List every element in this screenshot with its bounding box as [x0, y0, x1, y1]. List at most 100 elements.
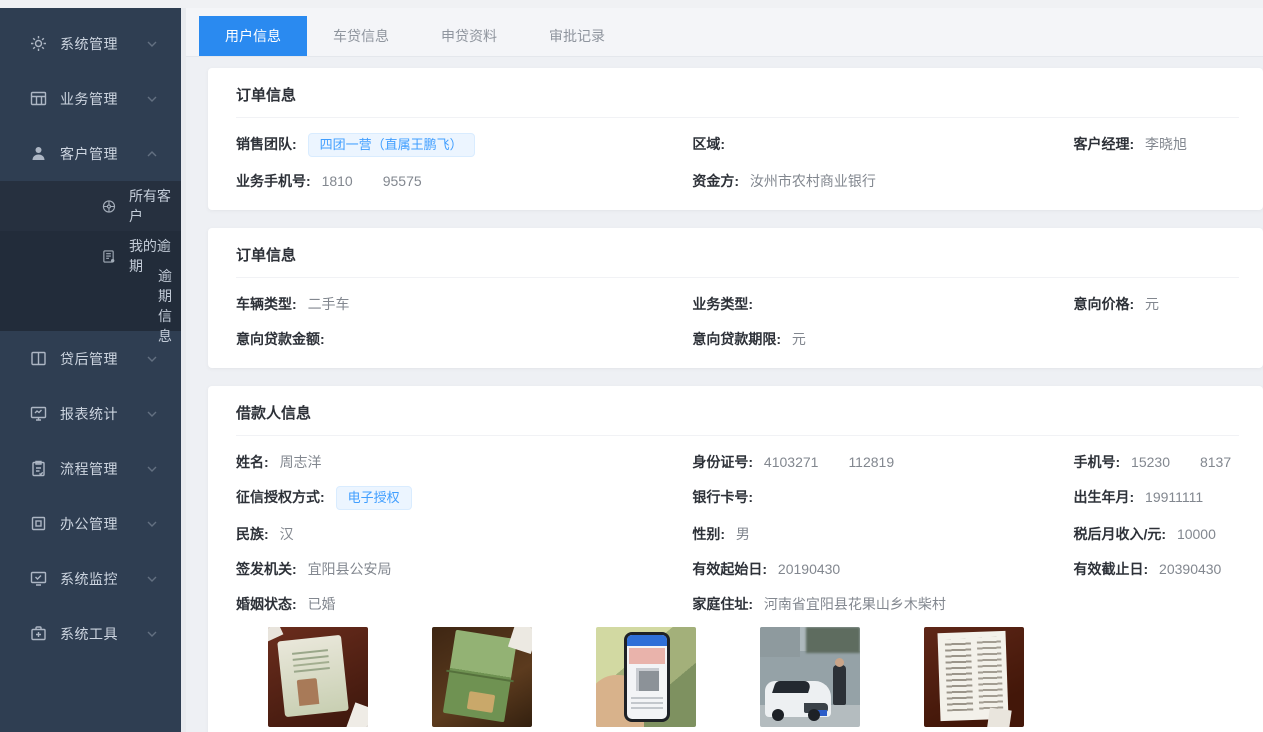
auth-screenshot-thumbnail[interactable] — [596, 627, 696, 727]
field-intended-price: 意向价格: 元 — [1073, 293, 1239, 315]
field-label: 业务类型: — [692, 296, 753, 312]
sidebar-item-all-customers[interactable]: 所有客户 — [0, 181, 181, 231]
notebook-icon — [102, 249, 116, 264]
sidebar-item-system-tools[interactable]: 系统工具 — [0, 606, 181, 661]
tab-approval-records[interactable]: 审批记录 — [523, 16, 631, 56]
field-valid-to: 有效截止日: 20390430 — [1073, 558, 1239, 580]
field-value: 元 — [792, 331, 806, 347]
order-info-card: 订单信息 销售团队: 四团一营（直属王鹏飞） 区域: 客户经理: 李晓旭 — [208, 68, 1263, 210]
chevron-down-icon — [147, 411, 157, 417]
sidebar-item-my-overdue[interactable]: 我的逾期 — [0, 231, 181, 281]
field-value: 宜阳县公安局 — [308, 561, 392, 577]
page: 系统管理 业务管理 客户管理 所有客户 我的逾期 — [0, 0, 1263, 732]
sidebar-item-system-monitor[interactable]: 系统监控 — [0, 551, 181, 606]
sidebar-item-label: 贷后管理 — [60, 349, 147, 369]
sidebar-item-process-management[interactable]: 流程管理 — [0, 441, 181, 496]
photo-license-booklet[interactable]: 驾驶证原件 — [432, 627, 532, 732]
gear-icon — [30, 35, 47, 52]
field-label: 签发机关: — [236, 561, 297, 577]
sidebar-item-customer-management[interactable]: 客户管理 — [0, 126, 181, 181]
field-label: 有效截止日: — [1073, 561, 1148, 577]
field-label: 业务手机号: — [236, 173, 311, 189]
field-name: 姓名: 周志洋 — [236, 451, 692, 473]
field-label: 性别: — [692, 526, 725, 542]
sidebar-item-postloan-management[interactable]: 贷后管理 — [0, 331, 181, 386]
field-sales-team: 销售团队: 四团一营（直属王鹏飞） — [236, 133, 692, 157]
chevron-down-icon — [147, 466, 157, 472]
handwritten-doc-thumbnail[interactable] — [924, 627, 1024, 727]
field-label: 婚姻状态: — [236, 596, 297, 612]
field-label: 银行卡号: — [692, 489, 753, 505]
wheel-icon — [102, 199, 116, 214]
chevron-down-icon — [147, 96, 157, 102]
book-icon — [30, 350, 47, 367]
redaction-box — [1170, 455, 1200, 468]
user-icon — [30, 145, 47, 162]
field-label: 有效起始日: — [692, 561, 767, 577]
field-label: 出生年月: — [1073, 489, 1134, 505]
field-label: 征信授权方式: — [236, 489, 325, 505]
sidebar-item-business-management[interactable]: 业务管理 — [0, 71, 181, 126]
field-value: 周志洋 — [280, 454, 322, 470]
sidebar-item-label: 系统监控 — [60, 569, 147, 589]
field-marital-status: 婚姻状态: 已婚 — [236, 593, 692, 615]
field-label: 姓名: — [236, 454, 269, 470]
field-account-manager: 客户经理: 李晓旭 — [1073, 133, 1239, 157]
field-label: 资金方: — [692, 173, 739, 189]
sidebar-item-label: 逾期信息 — [158, 266, 181, 346]
field-business-phone: 业务手机号: 181095575 — [236, 170, 692, 192]
field-vehicle-type: 车辆类型: 二手车 — [236, 293, 692, 315]
field-income: 税后月收入/元: 10000 — [1073, 523, 1239, 545]
borrower-info-card: 借款人信息 姓名: 周志洋 身份证号: 4103271112819 手机号: 1 — [208, 386, 1263, 732]
tab-loan-application-materials[interactable]: 申贷资料 — [415, 16, 523, 56]
photo-gallery: 身份证 驾驶证原件 — [236, 627, 1239, 732]
sidebar-item-label: 系统管理 — [60, 34, 147, 54]
sidebar-item-label: 流程管理 — [60, 459, 147, 479]
field-value: 已婚 — [308, 596, 336, 612]
field-label: 税后月收入/元: — [1073, 526, 1166, 542]
field-value: 4103271112819 — [764, 454, 894, 470]
field-value: 河南省宜阳县花果山乡木柴村 — [764, 596, 946, 612]
sidebar-item-report-statistics[interactable]: 报表统计 — [0, 386, 181, 441]
sidebar-item-system-management[interactable]: 系统管理 — [0, 16, 181, 71]
field-value: 152308137 — [1131, 454, 1231, 470]
field-value: 181095575 — [322, 173, 422, 189]
field-label: 手机号: — [1073, 454, 1120, 470]
top-strip — [0, 0, 1263, 8]
photo-auth-screenshot[interactable]: 授权证明 — [596, 627, 696, 732]
redaction-box — [353, 174, 383, 187]
field-label: 意向贷款期限: — [692, 331, 781, 347]
field-funder: 资金方: 汝州市农村商业银行 — [692, 170, 1073, 192]
loan-intent-card: 订单信息 车辆类型: 二手车 业务类型: 意向价格: 元 — [208, 228, 1263, 368]
field-label: 意向价格: — [1073, 296, 1134, 312]
sidebar-item-office-management[interactable]: 办公管理 — [0, 496, 181, 551]
photo-handwritten-doc[interactable]: 其他材料 — [924, 627, 1024, 732]
chevron-up-icon — [147, 151, 157, 157]
chevron-down-icon — [147, 41, 157, 47]
field-value: 李晓旭 — [1145, 136, 1187, 152]
chevron-down-icon — [147, 576, 157, 582]
license-photo-thumbnail[interactable] — [432, 627, 532, 727]
tab-bar: 用户信息 车贷信息 申贷资料 审批记录 — [186, 8, 1263, 57]
photo-person-car[interactable]: 人车合照 — [760, 627, 860, 732]
chevron-down-icon — [147, 631, 157, 637]
sales-team-tag[interactable]: 四团一营（直属王鹏飞） — [308, 133, 475, 157]
card-title: 订单信息 — [236, 244, 1239, 278]
card-title: 订单信息 — [236, 84, 1239, 118]
redaction-box — [818, 455, 848, 468]
field-loan-term: 意向贷款期限: 元 — [692, 328, 1073, 350]
id-card-photo-thumbnail[interactable] — [268, 627, 368, 727]
tab-car-loan-info[interactable]: 车贷信息 — [307, 16, 415, 56]
photo-id-card[interactable]: 身份证 — [268, 627, 368, 732]
field-home-address: 家庭住址: 河南省宜阳县花果山乡木柴村 — [692, 593, 1073, 615]
field-business-type: 业务类型: — [692, 293, 1073, 315]
sidebar-item-overdue-info[interactable]: 逾期信息 — [0, 281, 181, 331]
field-value: 汝州市农村商业银行 — [750, 173, 876, 189]
tab-user-info[interactable]: 用户信息 — [199, 16, 307, 56]
card-title: 借款人信息 — [236, 402, 1239, 436]
toolbox-icon — [30, 625, 47, 642]
person-car-photo-thumbnail[interactable] — [760, 627, 860, 727]
sidebar-item-label: 所有客户 — [129, 186, 181, 226]
customer-submenu: 所有客户 我的逾期 逾期信息 — [0, 181, 181, 331]
field-ethnicity: 民族: 汉 — [236, 523, 692, 545]
